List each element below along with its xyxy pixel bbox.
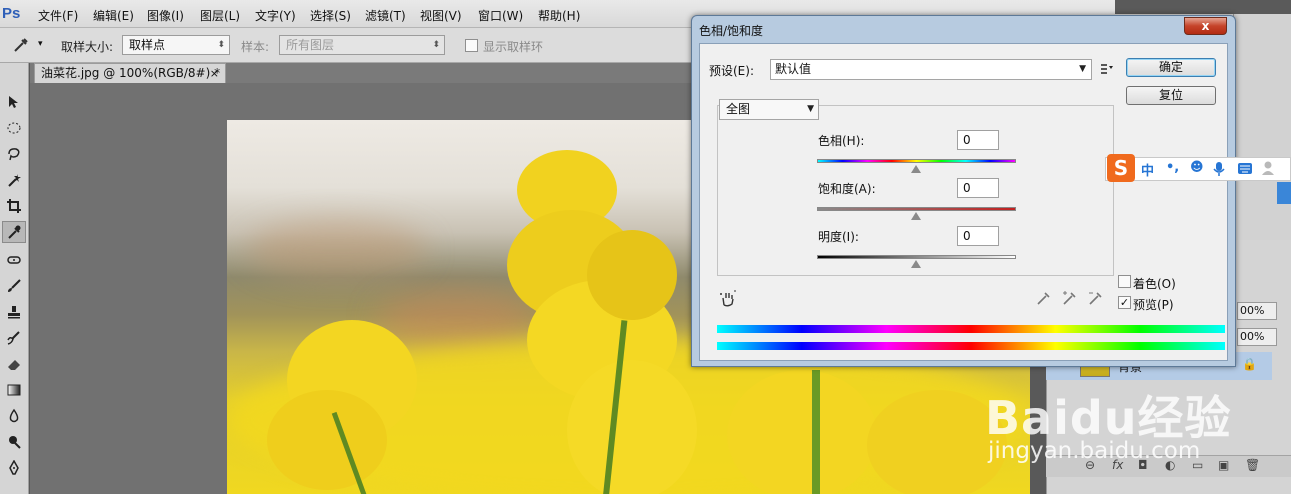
dialog-close-button[interactable]: x (1184, 17, 1227, 35)
tools-panel (0, 63, 29, 494)
output-color-bar (717, 342, 1225, 350)
edit-range-value: 全图 (726, 102, 751, 116)
document-tab-title: 油菜花.jpg @ 100%(RGB/8#) * (41, 66, 221, 80)
chevron-down-icon: ▼ (807, 104, 814, 114)
eyedropper-plus-icon[interactable] (1062, 290, 1078, 306)
preset-value: 默认值 (775, 62, 812, 76)
menu-select[interactable]: 选择(S) (310, 7, 351, 24)
lightness-slider[interactable] (817, 255, 1016, 259)
sample-size-select[interactable]: 取样点 ⬍ (122, 35, 230, 55)
saturation-slider-thumb[interactable] (911, 212, 921, 220)
emoji-icon[interactable]: ☻ (1190, 160, 1204, 175)
preview-label: 预览(P) (1133, 298, 1174, 312)
brush-tool-icon[interactable] (2, 275, 26, 297)
chevron-down-icon: ▼ (1079, 64, 1086, 74)
dodge-tool-icon[interactable] (2, 431, 26, 453)
ime-mode-toggle[interactable]: 中 (1141, 160, 1154, 179)
sogou-logo-icon[interactable]: S (1107, 154, 1135, 182)
preset-options-icon[interactable] (1100, 63, 1114, 75)
clone-stamp-tool-icon[interactable] (2, 301, 26, 323)
saturation-label: 饱和度(A): (818, 182, 876, 196)
hue-input[interactable]: 0 (957, 130, 999, 150)
spinner-arrows-icon: ⬍ (217, 40, 225, 50)
new-layer-icon[interactable]: ▣ (1218, 458, 1229, 472)
lasso-tool-icon[interactable] (2, 143, 26, 165)
document-tab[interactable]: 油菜花.jpg @ 100%(RGB/8#) * × (34, 63, 226, 83)
dialog-body: 预设(E): 默认值 ▼ 确定 复位 全图 ▼ 色相(H): 0 饱和度(A):… (699, 43, 1228, 361)
tool-preset-arrow-icon[interactable]: ▾ (38, 39, 43, 49)
show-ring-checkbox[interactable] (465, 39, 478, 52)
fill-value: 00% (1240, 330, 1265, 343)
hue-slider-thumb[interactable] (911, 165, 921, 173)
adjustment-group (717, 105, 1114, 276)
hue-label: 色相(H): (818, 134, 865, 148)
eraser-tool-icon[interactable] (2, 353, 26, 375)
eyedropper-tool-icon[interactable] (2, 221, 26, 243)
ok-button[interactable]: 确定 (1126, 58, 1216, 77)
saturation-input[interactable]: 0 (957, 178, 999, 198)
user-icon[interactable] (1261, 160, 1275, 176)
menu-file[interactable]: 文件(F) (38, 7, 78, 24)
menu-type[interactable]: 文字(Y) (255, 7, 296, 24)
menu-edit[interactable]: 编辑(E) (93, 7, 134, 24)
menu-view[interactable]: 视图(V) (420, 7, 462, 24)
sample-size-value: 取样点 (129, 38, 166, 52)
lightness-label: 明度(I): (818, 230, 859, 244)
marquee-tool-icon[interactable] (2, 117, 26, 139)
dialog-title: 色相/饱和度 (699, 24, 764, 38)
blur-tool-icon[interactable] (2, 405, 26, 427)
edit-range-select[interactable]: 全图 ▼ (719, 99, 819, 120)
lightness-input[interactable]: 0 (957, 226, 999, 246)
hue-slider[interactable] (817, 159, 1016, 163)
hue-saturation-dialog: 色相/饱和度 x 预设(E): 默认值 ▼ 确定 复位 全图 ▼ 色相(H): … (691, 15, 1236, 367)
saturation-slider[interactable] (817, 207, 1016, 211)
eyedropper-icon[interactable] (1036, 290, 1052, 306)
crop-tool-icon[interactable] (2, 195, 26, 217)
lightness-slider-thumb[interactable] (911, 260, 921, 268)
watermark-url: jingyan.baidu.com (988, 438, 1201, 464)
fill-field[interactable]: 00% (1237, 328, 1277, 346)
preset-select[interactable]: 默认值 ▼ (770, 59, 1092, 80)
eyedropper-minus-icon[interactable] (1088, 290, 1104, 306)
menu-filter[interactable]: 滤镜(T) (365, 7, 406, 24)
menu-help[interactable]: 帮助(H) (538, 7, 580, 24)
sample-value: 所有图层 (286, 38, 335, 52)
colorize-label: 着色(O) (1133, 277, 1176, 291)
menu-image[interactable]: 图像(I) (147, 7, 184, 24)
eyedropper-tool-icon[interactable] (12, 37, 30, 53)
history-brush-tool-icon[interactable] (2, 327, 26, 349)
opacity-value: 00% (1240, 304, 1265, 317)
close-tab-icon[interactable]: × (210, 64, 219, 83)
sample-label: 样本: (241, 40, 270, 54)
ime-skin-icon[interactable] (1277, 182, 1291, 204)
lock-icon: 🔒 (1242, 357, 1257, 371)
preset-label: 预设(E): (709, 64, 754, 78)
ime-punct-toggle[interactable]: •, (1166, 160, 1179, 175)
colorize-checkbox[interactable] (1118, 275, 1131, 288)
targeted-adjustment-hand-icon[interactable] (719, 290, 737, 308)
photoshop-logo: Ps (2, 5, 21, 22)
sample-size-label: 取样大小: (61, 40, 114, 54)
reset-button[interactable]: 复位 (1126, 86, 1216, 105)
menu-window[interactable]: 窗口(W) (478, 7, 523, 24)
opacity-field[interactable]: 00% (1237, 302, 1277, 320)
spinner-arrows-icon: ⬍ (432, 40, 440, 50)
menu-layer[interactable]: 图层(L) (200, 7, 240, 24)
trash-icon[interactable]: 🗑 (1245, 458, 1260, 472)
sample-select[interactable]: 所有图层 ⬍ (279, 35, 445, 55)
magic-wand-tool-icon[interactable] (2, 169, 26, 191)
keyboard-icon[interactable] (1237, 162, 1253, 175)
spot-healing-tool-icon[interactable] (2, 249, 26, 271)
pen-tool-icon[interactable] (2, 457, 26, 479)
show-ring-label: 显示取样环 (483, 40, 544, 54)
input-color-bar (717, 325, 1225, 333)
preview-checkbox[interactable]: ✓ (1118, 296, 1131, 309)
microphone-icon[interactable] (1213, 161, 1225, 177)
move-tool-icon[interactable] (2, 91, 26, 113)
gradient-tool-icon[interactable] (2, 379, 26, 401)
panel-dock-header (1115, 0, 1291, 14)
